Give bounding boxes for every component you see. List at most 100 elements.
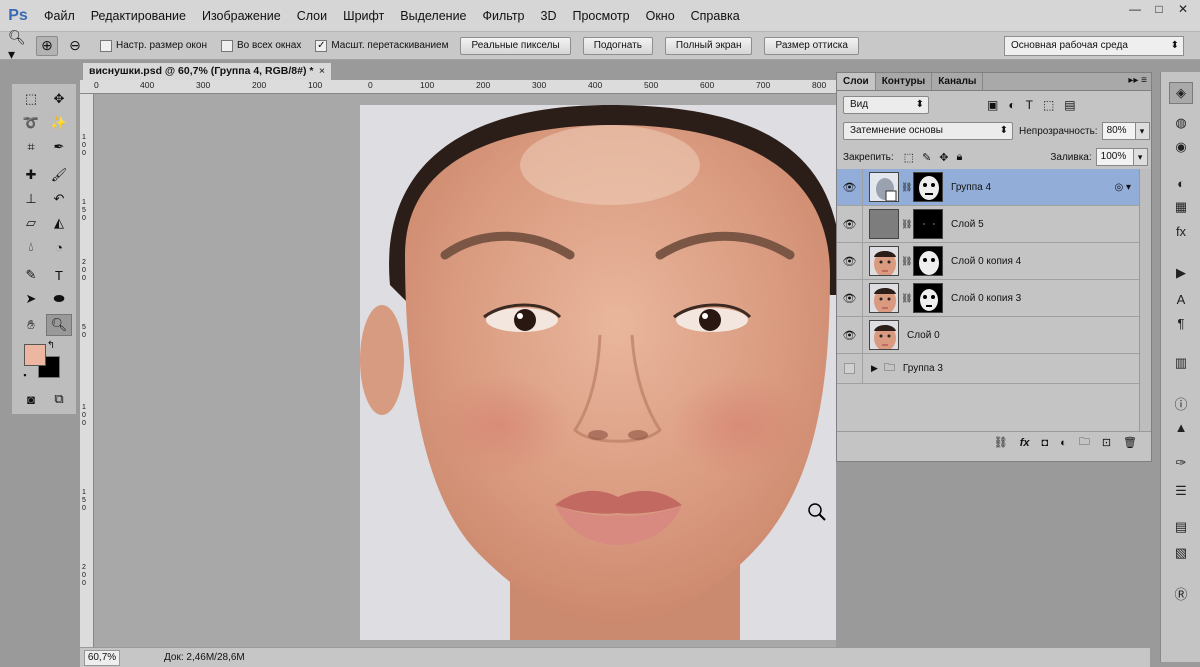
fx-icon[interactable]: fx — [1020, 437, 1030, 449]
paragraph-icon[interactable]: ¶ — [1169, 312, 1193, 334]
workspace-select[interactable]: Основная рабочая среда ⬍ — [1004, 36, 1184, 56]
layers-scrollbar[interactable] — [1139, 169, 1151, 431]
tab-paths[interactable]: Контуры — [876, 73, 933, 90]
swatches-icon[interactable]: ◉ — [1169, 136, 1193, 158]
layer-name[interactable]: Слой 0 копия 4 — [951, 256, 1021, 267]
color-icon[interactable]: ◍ — [1169, 112, 1193, 134]
smart-object-filter-icon[interactable]: ▤ — [1064, 98, 1075, 112]
layer-row-layer-5[interactable]: 👁︎ ⛓︎ Слой 5 — [837, 205, 1139, 243]
maximize-button[interactable]: □ — [1150, 2, 1168, 16]
layer-row-layer-0[interactable]: 👁︎ Слой 0 — [837, 316, 1139, 354]
character-icon[interactable]: A — [1169, 288, 1193, 310]
properties-icon[interactable]: ▧ — [1169, 542, 1193, 564]
eyedropper-tool-icon[interactable]: ✒ — [46, 136, 72, 158]
layers-icon[interactable]: ◈ — [1169, 82, 1193, 104]
tab-layers[interactable]: Слои — [837, 73, 876, 90]
default-colors-icon[interactable]: ▪ — [18, 368, 32, 382]
layer-row-layer-0-copy-3[interactable]: 👁︎ ⛓︎ Слой 0 копия 3 — [837, 279, 1139, 317]
menu-layers[interactable]: Слои — [289, 0, 335, 32]
foreground-color-swatch[interactable] — [24, 344, 46, 366]
all-windows-checkbox[interactable]: Во всех окнах — [221, 39, 301, 52]
notes-icon[interactable]: ▤ — [1169, 516, 1193, 538]
fill-screen-button[interactable]: Полный экран — [664, 36, 753, 55]
eye-icon[interactable]: 👁︎ — [837, 205, 863, 243]
brush-tool-icon[interactable]: 🖌︎ — [46, 164, 72, 186]
layer-mask-thumbnail[interactable] — [913, 246, 943, 276]
minimize-button[interactable]: — — [1126, 2, 1144, 16]
layer-thumbnail[interactable] — [869, 246, 899, 276]
new-group-icon[interactable]: 🗀 — [1079, 433, 1090, 452]
fill-input[interactable]: 100% — [1095, 148, 1134, 166]
close-button[interactable]: ✕ — [1174, 2, 1192, 16]
styles-icon[interactable]: ▦ — [1169, 196, 1193, 218]
menu-select[interactable]: Выделение — [392, 0, 474, 32]
type-tool-icon[interactable]: T — [46, 264, 72, 286]
menu-help[interactable]: Справка — [683, 0, 748, 32]
image-canvas[interactable] — [360, 105, 836, 640]
document-size-info[interactable]: Док: 2,46M/28,6M — [164, 652, 245, 663]
clone-stamp-icon[interactable]: ⊥ — [18, 188, 44, 210]
layer-mask-thumbnail[interactable] — [913, 283, 943, 313]
link-icon[interactable]: ⛓︎ — [901, 293, 912, 304]
ellipse-tool-icon[interactable]: ⬬ — [46, 288, 72, 310]
type-filter-icon[interactable]: T — [1026, 98, 1033, 112]
eye-icon[interactable]: 👁︎ — [837, 279, 863, 317]
zoom-tool-icon[interactable]: 🔍︎ — [46, 314, 72, 336]
layer-thumbnail[interactable] — [869, 283, 899, 313]
healing-brush-icon[interactable]: ✚ — [18, 164, 44, 186]
swap-colors-icon[interactable]: ↰ — [44, 338, 58, 352]
menu-file[interactable]: Файл — [36, 0, 83, 32]
path-selection-icon[interactable]: ➤ — [18, 288, 44, 310]
eye-icon[interactable]: 👁︎ — [837, 316, 863, 354]
layer-row-layer-0-copy-4[interactable]: 👁︎ ⛓︎ Слой 0 копия 4 — [837, 242, 1139, 280]
menu-type[interactable]: Шрифт — [335, 0, 392, 32]
filter-kind-select[interactable]: Вид ⬍ — [843, 96, 929, 114]
fit-screen-button[interactable]: Подогнать — [582, 36, 653, 55]
quick-mask-icon[interactable]: ◙ — [18, 388, 44, 410]
expand-arrow-icon[interactable]: ▶ — [871, 363, 878, 374]
layer-style-icon[interactable]: ◎ ▾ — [1114, 182, 1131, 193]
play-action-icon[interactable]: ▶ — [1169, 262, 1193, 284]
pen-tool-icon[interactable]: ✎ — [18, 264, 44, 286]
brush-presets-icon[interactable]: ✑ — [1169, 452, 1193, 474]
move-tool-icon[interactable]: ✥ — [46, 88, 72, 110]
lock-transparency-icon[interactable]: ⬚ — [904, 151, 914, 164]
eraser-tool-icon[interactable]: ▱ — [18, 212, 44, 234]
paint-bucket-icon[interactable]: ◭ — [46, 212, 72, 234]
adjustments-icon[interactable]: ◐ — [1169, 172, 1193, 194]
dodge-tool-icon[interactable]: ◔ — [46, 236, 72, 258]
link-icon[interactable]: ⛓︎ — [901, 219, 912, 230]
tool-presets-icon[interactable]: ☰ — [1169, 480, 1193, 502]
opacity-input[interactable]: 80% — [1101, 122, 1136, 140]
panel-menu-icon[interactable]: ▸▸ ≡ — [1128, 75, 1147, 86]
menu-3d[interactable]: 3D — [533, 0, 565, 32]
eye-icon[interactable]: 👁︎ — [837, 168, 863, 206]
histogram-icon[interactable]: ▲ — [1169, 416, 1193, 438]
pixel-filter-icon[interactable]: ▣ — [987, 98, 998, 112]
menu-image[interactable]: Изображение — [194, 0, 289, 32]
layer-thumbnail[interactable] — [869, 209, 899, 239]
document-tab[interactable]: виснушки.psd @ 60,7% (Группа 4, RGB/8#) … — [82, 62, 332, 80]
layer-mask-thumbnail[interactable] — [913, 172, 943, 202]
shape-filter-icon[interactable]: ⬚ — [1043, 98, 1054, 112]
fx-panel-icon[interactable]: fx — [1169, 220, 1193, 242]
menu-edit[interactable]: Редактирование — [83, 0, 194, 32]
layer-row-group-4[interactable]: 👁︎ ⛓︎ Группа 4 ◎ ▾ — [837, 168, 1139, 206]
layer-name[interactable]: Слой 0 — [907, 330, 940, 341]
layer-mask-thumbnail[interactable] — [913, 209, 943, 239]
zoom-in-icon[interactable]: ⊕ — [36, 35, 58, 56]
add-mask-icon[interactable]: ◘ — [1042, 437, 1049, 449]
new-layer-icon[interactable]: ⊡ — [1102, 436, 1111, 449]
screen-mode-icon[interactable]: ⧉ — [46, 388, 72, 410]
print-size-button[interactable]: Размер оттиска — [764, 36, 859, 55]
link-icon[interactable]: ⛓︎ — [901, 256, 912, 267]
menu-view[interactable]: Просмотр — [565, 0, 638, 32]
zoom-level-field[interactable]: 60,7% — [84, 649, 120, 666]
menu-window[interactable]: Окно — [638, 0, 683, 32]
info-icon[interactable]: ⓘ — [1169, 392, 1193, 414]
visibility-toggle[interactable] — [837, 353, 863, 384]
hand-tool-icon[interactable]: ✋︎ — [18, 314, 44, 336]
lasso-tool-icon[interactable]: ➰ — [18, 112, 44, 134]
plugin-icon[interactable]: Ⓡ — [1169, 582, 1193, 604]
chevron-down-icon[interactable]: ▾ — [1133, 148, 1148, 166]
